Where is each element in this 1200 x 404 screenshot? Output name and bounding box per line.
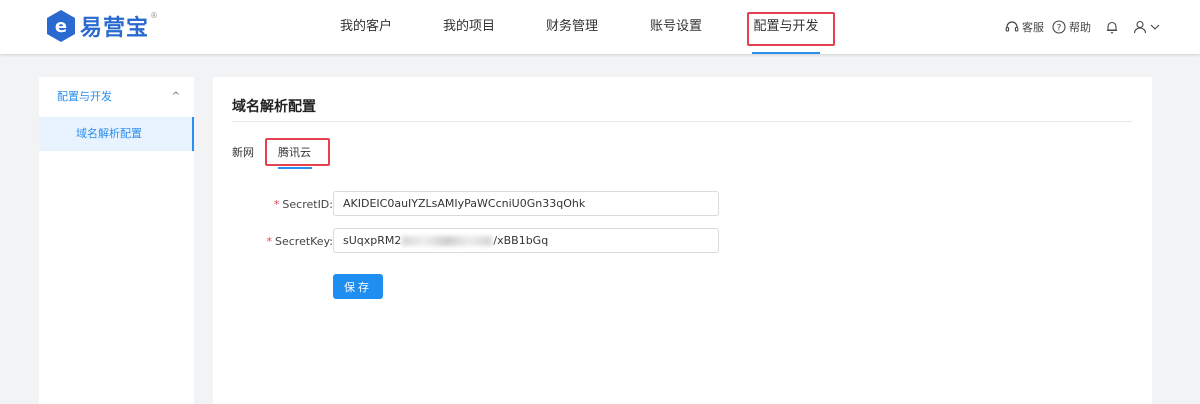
sidebar-group-label: 配置与开发 xyxy=(57,90,112,103)
title-divider xyxy=(232,121,1132,122)
user-menu-button[interactable] xyxy=(1133,20,1160,34)
secret-key-prefix: sUqxpRM2 xyxy=(343,234,402,247)
chevron-up-icon: ^ xyxy=(171,91,180,102)
nav-config-dev[interactable]: 配置与开发 xyxy=(751,0,821,54)
header-tools: 客服 ? 帮助 xyxy=(1005,0,1160,54)
secret-key-input[interactable]: sUqxpRM2/xBB1bGq xyxy=(333,228,719,253)
chevron-down-icon xyxy=(1150,24,1160,30)
help-button[interactable]: ? 帮助 xyxy=(1052,19,1091,35)
sidebar-group-config-dev[interactable]: 配置与开发 ^ xyxy=(39,77,194,117)
help-icon: ? xyxy=(1052,20,1066,34)
tab-tencent-cloud[interactable]: 腾讯云 xyxy=(278,144,311,160)
help-label: 帮助 xyxy=(1069,21,1091,34)
secret-id-input[interactable]: AKIDEIC0auIYZLsAMIyPaWCcniU0Gn33qOhk xyxy=(333,191,719,216)
nav-my-customers[interactable]: 我的客户 xyxy=(338,0,394,54)
nav-account-settings[interactable]: 账号设置 xyxy=(648,0,704,54)
svg-text:?: ? xyxy=(1057,24,1062,34)
page-title: 域名解析配置 xyxy=(232,99,316,115)
save-button[interactable]: 保存 xyxy=(333,274,383,299)
bell-icon xyxy=(1107,21,1117,34)
nav-finance[interactable]: 财务管理 xyxy=(544,0,600,54)
tab-active-indicator xyxy=(278,167,312,169)
redacted-blur xyxy=(402,236,493,246)
customer-service-button[interactable]: 客服 xyxy=(1005,19,1044,35)
secret-key-label: * SecretKey: xyxy=(266,235,333,248)
notification-button[interactable] xyxy=(1105,20,1119,34)
service-label: 客服 xyxy=(1022,21,1044,34)
secret-id-label: * SecretID: xyxy=(273,198,333,211)
main-panel: 域名解析配置 新网 腾讯云 * SecretID: AKIDEIC0auIYZLs… xyxy=(213,77,1152,404)
headset-icon xyxy=(1005,21,1019,32)
secret-key-suffix: /xBB1bGq xyxy=(493,234,549,247)
top-navbar: e 易营宝 ® 我的客户 我的项目 财务管理 账号设置 配置与开发 客服 ? 帮… xyxy=(0,0,1200,54)
tab-xinnet[interactable]: 新网 xyxy=(232,144,254,160)
user-icon xyxy=(1133,20,1147,34)
sidebar: 配置与开发 ^ 域名解析配置 xyxy=(39,77,194,404)
nav-my-projects[interactable]: 我的项目 xyxy=(441,0,497,54)
nav-active-indicator xyxy=(752,52,820,54)
sidebar-item-domain-config[interactable]: 域名解析配置 xyxy=(39,117,194,151)
